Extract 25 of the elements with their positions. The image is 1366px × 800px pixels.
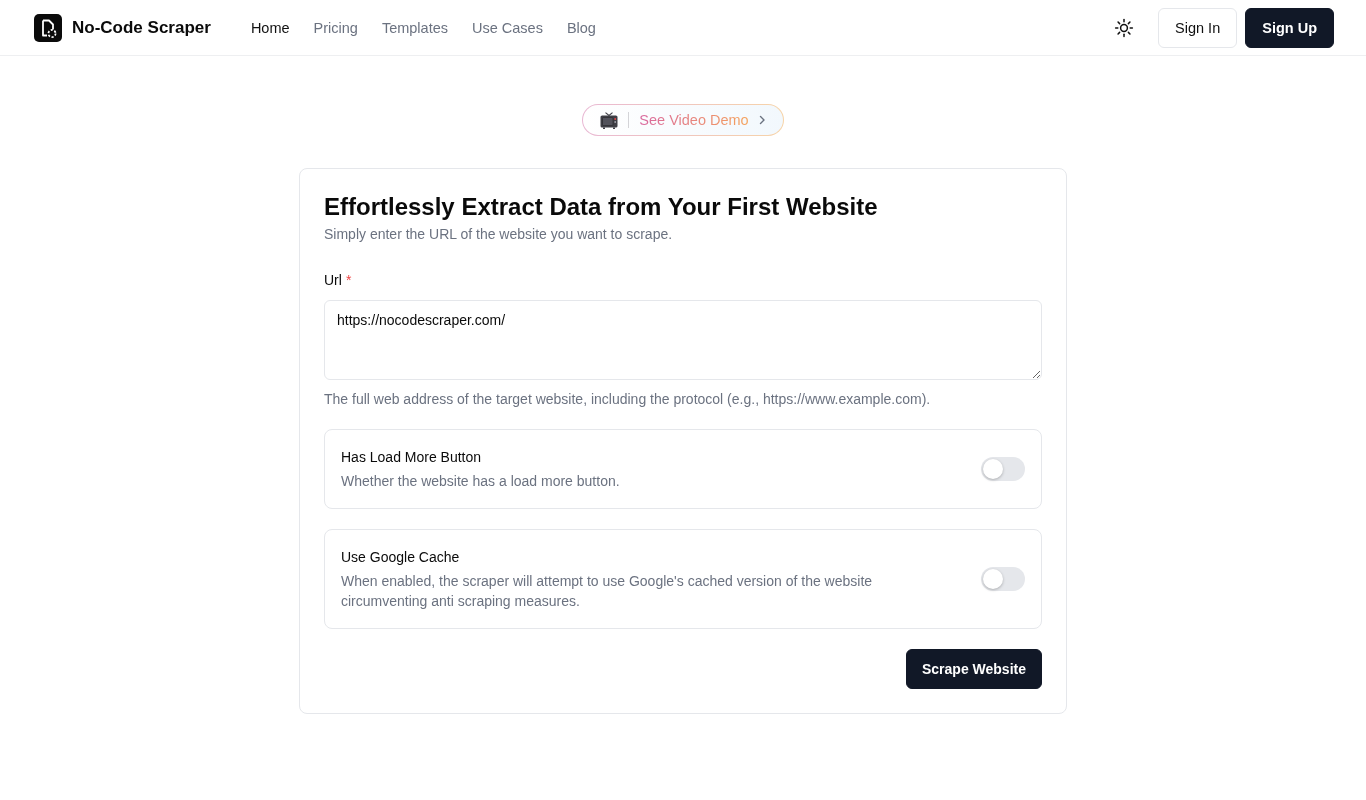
option-description: Whether the website has a load more button. [341,472,620,491]
sun-icon [1114,17,1135,38]
sign-up-button[interactable]: Sign Up [1245,7,1334,48]
tv-icon [600,111,619,129]
nav-link[interactable]: Templates [381,19,448,36]
form-subtitle: Simply enter the URL of the website you want to scrape. [324,225,674,244]
option-title: Use Google Cache [341,548,461,567]
field-help-text: The full web address of the target website, including the protocol (e.g., https://www.example.com). [324,390,932,409]
toggle-switch[interactable] [981,567,1025,591]
nav-link[interactable]: Home [250,19,290,36]
nav-link[interactable]: Use Cases [472,19,543,36]
nav-link[interactable]: Blog [566,19,596,36]
url-field[interactable]: https://nocodescraper.com/ [324,300,1042,380]
toggle-switch[interactable] [981,457,1025,481]
required-mark: * [345,271,352,290]
nav-link[interactable]: Pricing [313,19,358,36]
option-description: When enabled, the scraper will attempt to use Google's cached version of the website circumventing anti scraping measures. [341,572,874,611]
brand-name: No-Code Scraper [72,17,211,38]
scrape-website-button[interactable]: Scrape Website [906,649,1042,689]
sign-in-button[interactable]: Sign In [1158,7,1238,48]
chevron-right-icon [758,115,766,125]
logo-icon [34,13,62,42]
option-title: Has Load More Button [341,448,483,467]
form-title: Effortlessly Extract Data from Your First Website [324,192,879,222]
field-label: Url [324,271,342,290]
